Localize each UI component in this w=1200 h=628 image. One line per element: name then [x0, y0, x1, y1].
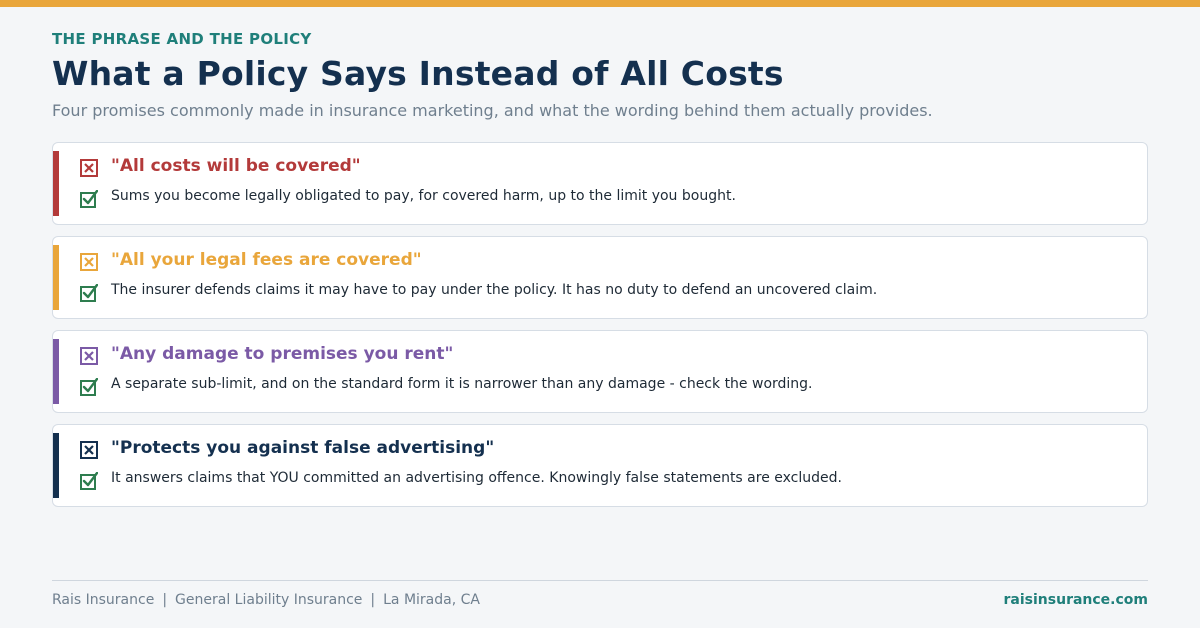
x-box-icon — [80, 441, 98, 459]
page-subtitle: Four promises commonly made in insurance… — [52, 101, 933, 120]
card-reality: It answers claims that YOU committed an … — [111, 470, 842, 486]
card-accent-bar — [53, 339, 59, 404]
footer-company: Rais Insurance — [52, 592, 155, 608]
footer-separator: | — [370, 592, 376, 608]
check-box-icon — [80, 284, 98, 302]
footer-website-link[interactable]: raisinsurance.com — [1004, 592, 1148, 608]
card-reality: Sums you become legally obligated to pay… — [111, 188, 736, 204]
card-claim: "Protects you against false advertising" — [111, 438, 495, 458]
check-box-icon — [80, 378, 98, 396]
footer-divider — [52, 580, 1148, 581]
card-reality: The insurer defends claims it may have t… — [111, 282, 878, 298]
footer-product: General Liability Insurance — [175, 592, 363, 608]
card-accent-bar — [53, 433, 59, 498]
card-claim: "All costs will be covered" — [111, 156, 361, 176]
promise-card: "Any damage to premises you rent" A separ… — [52, 330, 1148, 413]
promise-card: "Protects you against false advertising"… — [52, 424, 1148, 507]
page-title: What a Policy Says Instead of All Costs — [52, 54, 784, 93]
check-box-icon — [80, 190, 98, 208]
footer-info: Rais Insurance | General Liability Insuran… — [52, 592, 480, 608]
card-reality: A separate sub-limit, and on the standar… — [111, 376, 813, 392]
top-accent-bar — [0, 0, 1200, 7]
x-box-icon — [80, 253, 98, 271]
eyebrow-label: THE PHRASE AND THE POLICY — [52, 30, 312, 48]
x-box-icon — [80, 347, 98, 365]
card-claim: "All your legal fees are covered" — [111, 250, 422, 270]
card-claim: "Any damage to premises you rent" — [111, 344, 454, 364]
footer-separator: | — [162, 592, 168, 608]
card-accent-bar — [53, 245, 59, 310]
promise-card: "All costs will be covered" Sums you beco… — [52, 142, 1148, 225]
check-box-icon — [80, 472, 98, 490]
promise-card: "All your legal fees are covered" The ins… — [52, 236, 1148, 319]
card-accent-bar — [53, 151, 59, 216]
x-box-icon — [80, 159, 98, 177]
footer-location: La Mirada, CA — [383, 592, 480, 608]
